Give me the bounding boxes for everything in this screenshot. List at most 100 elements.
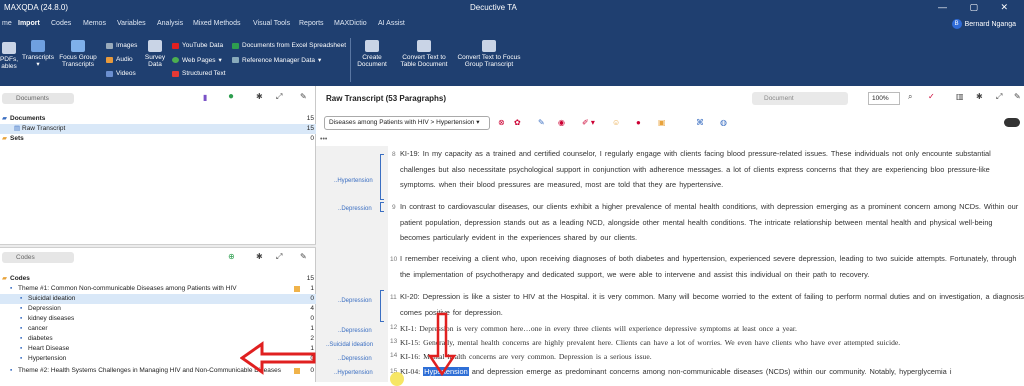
pin-icon[interactable]: ✎ — [300, 92, 307, 101]
new-code-icon[interactable]: ⊕ — [228, 252, 235, 261]
code-with-icon[interactable]: ⊗ — [498, 118, 505, 127]
code-icon: ▪ — [10, 285, 13, 292]
menu-memos[interactable]: Memos — [83, 20, 106, 27]
sets-row[interactable]: ▰ Sets 0 — [0, 134, 316, 144]
codes-pin-icon[interactable]: ✎ — [300, 252, 307, 261]
memo-icon[interactable] — [294, 286, 300, 292]
reference-manager-button[interactable]: Reference Manager Data ▾ — [232, 56, 321, 64]
menu-home[interactable]: me — [2, 20, 12, 27]
import-pdfs-button[interactable]: PDFs, ables — [0, 42, 22, 70]
pane-splitter[interactable] — [0, 244, 316, 248]
paragraph[interactable]: KI-04: Hypertension and depression emerg… — [400, 364, 1024, 380]
document-search-input[interactable]: Document — [752, 92, 848, 105]
spellcheck-icon[interactable]: ✓ — [928, 92, 935, 101]
menu-maxdictio[interactable]: MAXDictio — [334, 20, 367, 27]
web-pages-button[interactable]: Web Pages ▾ — [172, 56, 222, 64]
user-account[interactable]: B Bernard Nganga — [951, 19, 1016, 29]
project-title: Decuctive TA — [470, 3, 517, 12]
add-icon[interactable]: ● — [228, 91, 234, 102]
document-icon — [2, 42, 16, 54]
paragraph[interactable]: KI-19: In my capacity as a trained and c… — [400, 146, 1024, 193]
video-icon — [106, 70, 113, 77]
menu-visual-tools[interactable]: Visual Tools — [253, 20, 290, 27]
menu-import[interactable]: Import — [18, 20, 40, 27]
convert-to-table-button[interactable]: Convert Text to Table Document — [396, 40, 452, 68]
code-stripe-label[interactable]: ..Hypertension — [334, 178, 373, 184]
gear-icon[interactable]: ✱ — [256, 92, 263, 101]
codes-root-row[interactable]: ▰ Codes 15 — [0, 274, 316, 284]
code-row-suicidal-ideation[interactable]: ▪ Suicidal ideation 0 — [0, 294, 316, 304]
emoticode-icon[interactable]: ☺ — [612, 118, 620, 127]
paragraph[interactable]: In contrast to cardiovascular diseases, … — [400, 199, 1024, 246]
expand-icon[interactable]: ⤢ — [276, 92, 282, 102]
paragraph[interactable]: I remember receiving a client who, upon … — [400, 251, 1024, 282]
code-stripe-label[interactable]: ..Suicidal ideation — [326, 342, 373, 348]
code-selector-dropdown[interactable]: Diseases among Patients with HIV > Hyper… — [324, 116, 490, 130]
codes-expand-icon[interactable]: ⤢ — [276, 252, 282, 262]
documents-root-row[interactable]: ▰ Documents 15 — [0, 114, 316, 124]
title-bar: MAXQDA (24.8.0) Decuctive TA — ▢ ✕ — [0, 0, 1024, 16]
paragraph[interactable]: KI-16: Mental health concerns are very c… — [400, 350, 1024, 363]
in-vivo-icon[interactable]: ✎ — [538, 118, 545, 127]
create-document-button[interactable]: Create Document — [352, 40, 392, 68]
settings-icon[interactable]: ✱ — [976, 92, 983, 101]
codes-search[interactable]: Codes — [2, 252, 74, 263]
survey-data-button[interactable]: Survey Data — [142, 40, 168, 68]
document-browser-title: Raw Transcript (53 Paragraphs) — [326, 94, 447, 103]
color-code-icon[interactable]: ◉ — [558, 118, 565, 127]
import-audio-button[interactable]: Audio — [106, 56, 133, 63]
zoom-select[interactable]: 100% — [868, 92, 900, 105]
excel-documents-button[interactable]: Documents from Excel Spreadsheet — [232, 42, 346, 49]
code-options-icon[interactable]: ✿ — [514, 118, 521, 127]
excel-icon — [232, 42, 239, 49]
code-stripe-label[interactable]: ..Hypertension — [334, 370, 373, 376]
table-icon — [417, 40, 431, 52]
code-row-cancer[interactable]: ▪ cancer 1 — [0, 324, 316, 334]
codes-gear-icon[interactable]: ✱ — [256, 252, 263, 261]
code-row-theme-1[interactable]: ▪ Theme #1: Common Non-communicable Dise… — [0, 284, 316, 294]
code-stripe-label[interactable]: ..Depression — [338, 356, 372, 362]
code-row-kidney-diseases[interactable]: ▪ kidney diseases 0 — [0, 314, 316, 324]
convert-to-focus-group-button[interactable]: Convert Text to Focus Group Transcript — [454, 40, 524, 68]
code-stripe-label[interactable]: ..Depression — [338, 328, 372, 334]
document-row-raw-transcript[interactable]: ▤ Raw Transcript 15 — [0, 124, 316, 134]
transcripts-button[interactable]: Transcripts ▾ — [20, 40, 56, 68]
code-icon: ▪ — [20, 305, 23, 312]
menu-codes[interactable]: Codes — [51, 20, 71, 27]
code-stripe-label[interactable]: ..Depression — [338, 206, 372, 212]
structured-text-button[interactable]: Structured Text — [172, 70, 226, 77]
layout-icon[interactable]: ▥ — [956, 92, 964, 101]
documents-icon: ▰ — [2, 115, 7, 122]
new-document-icon[interactable]: ▮ — [203, 93, 207, 102]
codes-folder-icon: ▰ — [2, 275, 7, 282]
doc-pin-icon[interactable]: ✎ — [1014, 92, 1021, 101]
code-stripe-bracket — [380, 154, 384, 200]
link-icon[interactable]: ⌘ — [696, 118, 704, 127]
import-images-button[interactable]: Images — [106, 42, 137, 49]
highlight-icon[interactable]: ✐ ▾ — [582, 118, 595, 127]
documents-search[interactable]: Documents — [2, 93, 74, 104]
youtube-data-button[interactable]: YouTube Data — [172, 42, 223, 49]
focus-group-transcripts-button[interactable]: Focus Group Transcripts — [56, 40, 100, 68]
code-row-depression[interactable]: ▪ Depression 4 — [0, 304, 316, 314]
symbol-icon[interactable]: ● — [636, 118, 641, 127]
paragraph[interactable]: KI-20: Depression is like a sister to HI… — [400, 289, 1024, 320]
paragraph[interactable]: KI-15: Generally, mental health concerns… — [400, 336, 1024, 349]
more-options-icon[interactable]: ••• — [320, 136, 327, 143]
doc-expand-icon[interactable]: ⤢ — [996, 92, 1002, 102]
window-controls[interactable]: — ▢ ✕ — [938, 2, 1018, 13]
paragraph[interactable]: KI-1: Depression is very common here…one… — [400, 322, 1024, 335]
settings-circle-icon[interactable]: ◍ — [720, 118, 727, 127]
paragraph-number: 10 — [390, 256, 398, 263]
menu-mixed-methods[interactable]: Mixed Methods — [193, 20, 240, 27]
import-videos-button[interactable]: Videos — [106, 70, 136, 77]
find-icon[interactable]: ⌕ — [908, 92, 912, 102]
menu-analysis[interactable]: Analysis — [157, 20, 183, 27]
menu-ai-assist[interactable]: AI Assist — [378, 20, 405, 27]
memo-tool-icon[interactable]: ▣ — [658, 118, 666, 127]
menu-reports[interactable]: Reports — [299, 20, 324, 27]
paragraph-number: 13 — [390, 338, 398, 345]
edit-mode-toggle[interactable] — [1004, 118, 1020, 127]
menu-variables[interactable]: Variables — [117, 20, 146, 27]
code-stripe-label[interactable]: ..Depression — [338, 298, 372, 304]
